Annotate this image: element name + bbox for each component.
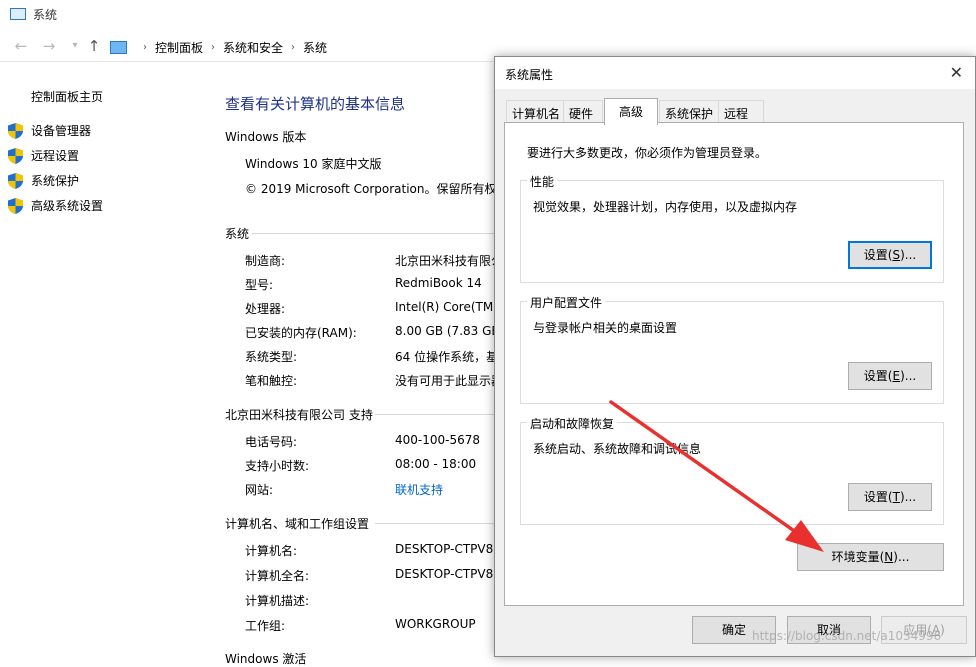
arrow-shaft <box>609 400 802 537</box>
tab-advanced[interactable]: 高级 <box>604 98 658 125</box>
arrow-head <box>785 520 824 552</box>
watermark: https://blog.csdn.net/a1034996 <box>752 629 942 643</box>
annotation-arrow <box>609 400 824 552</box>
